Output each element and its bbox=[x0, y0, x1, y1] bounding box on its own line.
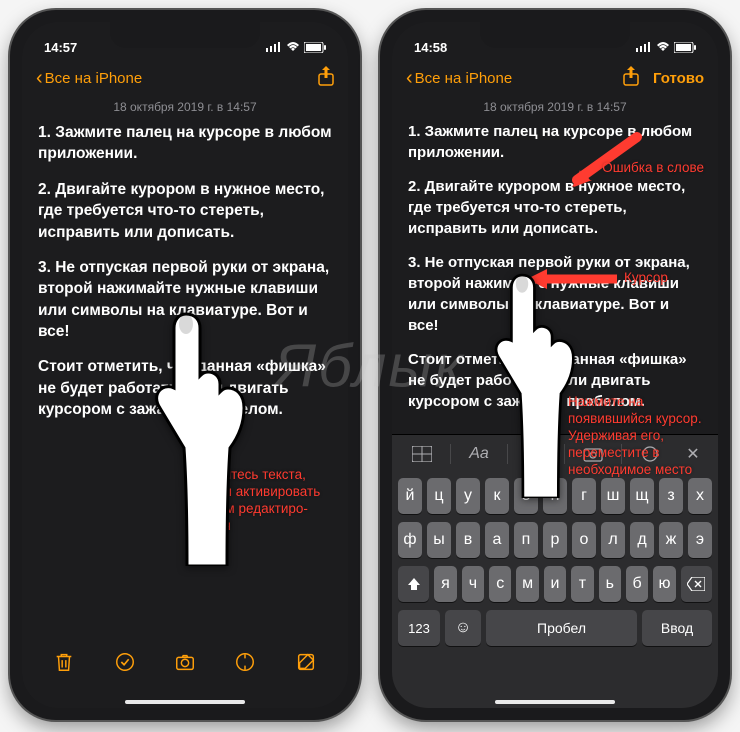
key-п[interactable]: п bbox=[514, 522, 538, 558]
battery-icon bbox=[304, 42, 326, 53]
note-date: 18 октября 2019 г. в 14:57 bbox=[392, 98, 718, 122]
share-button[interactable] bbox=[623, 66, 639, 90]
key-й[interactable]: й bbox=[398, 478, 422, 514]
camera-button[interactable] bbox=[174, 651, 196, 678]
chevron-left-icon: ‹ bbox=[406, 68, 413, 88]
key-row: ячсмитьбю bbox=[396, 566, 714, 602]
key-м[interactable]: м bbox=[516, 566, 538, 602]
key-row: фывапролджэ bbox=[396, 522, 714, 558]
screen: 14:58 ‹ Все на iPhone Готово bbox=[392, 22, 718, 708]
backspace-key[interactable] bbox=[681, 566, 712, 602]
key-ф[interactable]: ф bbox=[398, 522, 422, 558]
key-ж[interactable]: ж bbox=[659, 522, 683, 558]
back-button[interactable]: ‹ Все на iPhone bbox=[36, 68, 142, 88]
compose-button[interactable] bbox=[295, 651, 317, 678]
done-button[interactable]: Готово bbox=[653, 70, 704, 87]
wifi-icon bbox=[286, 42, 300, 52]
notch bbox=[110, 22, 260, 48]
key-и[interactable]: и bbox=[544, 566, 566, 602]
key-р[interactable]: р bbox=[543, 522, 567, 558]
key-т[interactable]: т bbox=[571, 566, 593, 602]
key-о[interactable]: о bbox=[572, 522, 596, 558]
key-у[interactable]: у bbox=[456, 478, 480, 514]
annotation-cursor: Курсор bbox=[624, 270, 668, 287]
back-button[interactable]: ‹ Все на iPhone bbox=[406, 68, 512, 88]
note-date: 18 октября 2019 г. в 14:57 bbox=[22, 98, 348, 122]
key-в[interactable]: в bbox=[456, 522, 480, 558]
backspace-icon bbox=[687, 577, 705, 591]
key-ч[interactable]: ч bbox=[462, 566, 484, 602]
annotation-hold-cursor: Нажмите на появившийся курсор. Удерживая… bbox=[568, 394, 708, 478]
annotation-typo: Ошибка в слове bbox=[602, 160, 704, 177]
paragraph: 2. Двигайте курором в нужное место, где … bbox=[408, 177, 702, 239]
home-indicator[interactable] bbox=[495, 700, 615, 704]
trash-button[interactable] bbox=[53, 651, 75, 678]
share-icon bbox=[623, 66, 639, 86]
status-indicators bbox=[266, 42, 326, 53]
signal-icon bbox=[266, 42, 282, 52]
key-л[interactable]: л bbox=[601, 522, 625, 558]
status-indicators bbox=[636, 42, 696, 53]
screen: 14:57 ‹ Все на iPhone 18 октя bbox=[22, 22, 348, 708]
key-ю[interactable]: ю bbox=[653, 566, 675, 602]
space-key[interactable]: Пробел bbox=[486, 610, 637, 646]
checklist-button[interactable] bbox=[114, 651, 136, 678]
shift-key[interactable] bbox=[398, 566, 429, 602]
nav-bar: ‹ Все на iPhone bbox=[22, 62, 348, 98]
battery-icon bbox=[674, 42, 696, 53]
chevron-left-icon: ‹ bbox=[36, 68, 43, 88]
key-б[interactable]: б bbox=[626, 566, 648, 602]
back-label: Все на iPhone bbox=[415, 70, 513, 87]
key-э[interactable]: э bbox=[688, 522, 712, 558]
key-а[interactable]: а bbox=[485, 522, 509, 558]
key-ц[interactable]: ц bbox=[427, 478, 451, 514]
paragraph: 1. Зажмите палец на курсоре в любом прил… bbox=[408, 122, 702, 163]
markup-button[interactable] bbox=[234, 651, 256, 678]
return-key[interactable]: Ввод bbox=[642, 610, 712, 646]
wifi-icon bbox=[656, 42, 670, 52]
key-з[interactable]: з bbox=[659, 478, 683, 514]
key-х[interactable]: х bbox=[688, 478, 712, 514]
key-ь[interactable]: ь bbox=[599, 566, 621, 602]
numbers-key[interactable]: 123 bbox=[398, 610, 440, 646]
bottom-toolbar bbox=[22, 636, 348, 708]
key-ы[interactable]: ы bbox=[427, 522, 451, 558]
key-щ[interactable]: щ bbox=[630, 478, 654, 514]
phone-right: 14:58 ‹ Все на iPhone Готово bbox=[380, 10, 730, 720]
phone-left: 14:57 ‹ Все на iPhone 18 октя bbox=[10, 10, 360, 720]
paragraph: 1. Зажмите палец на курсоре в любом прил… bbox=[38, 122, 332, 165]
signal-icon bbox=[636, 42, 652, 52]
home-indicator[interactable] bbox=[125, 700, 245, 704]
pointing-hand-icon bbox=[480, 268, 580, 498]
paragraph: 2. Двигайте курором в нужное место, где … bbox=[38, 179, 332, 243]
emoji-key[interactable]: ☺ bbox=[445, 610, 481, 646]
status-time: 14:57 bbox=[44, 40, 77, 55]
notch bbox=[480, 22, 630, 48]
key-ш[interactable]: ш bbox=[601, 478, 625, 514]
shift-icon bbox=[406, 576, 422, 592]
key-д[interactable]: д bbox=[630, 522, 654, 558]
share-button[interactable] bbox=[318, 66, 334, 90]
pointing-hand-icon bbox=[140, 306, 250, 566]
share-icon bbox=[318, 66, 334, 86]
back-label: Все на iPhone bbox=[45, 70, 143, 87]
key-я[interactable]: я bbox=[434, 566, 456, 602]
key-row: 123 ☺ Пробел Ввод bbox=[396, 610, 714, 646]
keyboard: йцукенгшщзх фывапролджэ ячсмитьбю 123 ☺ … bbox=[392, 472, 718, 708]
table-button[interactable] bbox=[402, 446, 442, 462]
nav-bar: ‹ Все на iPhone Готово bbox=[392, 62, 718, 98]
status-time: 14:58 bbox=[414, 40, 447, 55]
key-с[interactable]: с bbox=[489, 566, 511, 602]
